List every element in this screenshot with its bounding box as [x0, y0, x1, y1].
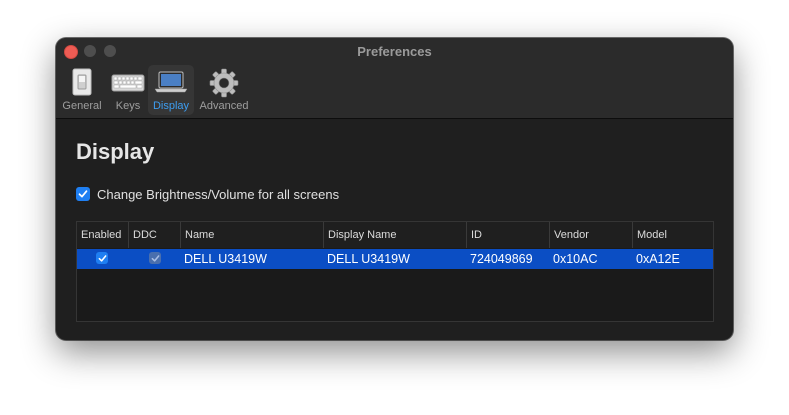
enabled-checkbox[interactable] [96, 252, 108, 264]
keyboard-icon [110, 68, 146, 101]
table-row[interactable]: DELL U3419W DELL U3419W 724049869 0x10AC… [77, 249, 713, 269]
light-switch-icon [67, 68, 97, 101]
ddc-checkbox [149, 252, 161, 264]
preferences-window: Preferences General Keys Display Advance… [56, 38, 733, 340]
toolbar: Preferences General Keys Display Advance… [56, 38, 733, 119]
tab-label-general: General [62, 100, 102, 112]
column-header-display-name[interactable]: Display Name [323, 222, 466, 248]
window-title: Preferences [357, 44, 432, 59]
tab-display[interactable]: Display [148, 65, 194, 115]
column-header-model[interactable]: Model [632, 222, 713, 248]
brightness-all-screens-checkbox[interactable] [76, 187, 90, 201]
cell-id: 724049869 [470, 252, 533, 266]
brightness-all-screens-option[interactable]: Change Brightness/Volume for all screens [76, 186, 339, 202]
checkmark-icon [151, 254, 159, 262]
laptop-display-icon [154, 68, 188, 101]
cell-display-name: DELL U3419W [327, 252, 410, 266]
tab-general[interactable]: General [60, 65, 104, 115]
cell-model: 0xA12E [636, 252, 680, 266]
cell-vendor: 0x10AC [553, 252, 598, 266]
tab-keys[interactable]: Keys [108, 65, 148, 115]
tab-label-advanced: Advanced [199, 100, 249, 112]
tab-label-keys: Keys [115, 100, 141, 112]
cell-name: DELL U3419W [184, 252, 267, 266]
pane-heading: Display [76, 139, 155, 164]
tab-advanced[interactable]: Advanced [196, 65, 252, 115]
display-pane: Display Change Brightness/Volume for all… [56, 119, 733, 340]
displays-table[interactable]: Enabled DDC Name Display Name ID Vendor … [76, 221, 714, 322]
checkmark-icon [98, 254, 106, 262]
column-header-enabled[interactable]: Enabled [77, 222, 128, 248]
column-header-ddc[interactable]: DDC [128, 222, 180, 248]
gear-icon [208, 68, 240, 103]
tab-label-display: Display [152, 100, 190, 112]
column-header-vendor[interactable]: Vendor [549, 222, 632, 248]
column-header-name[interactable]: Name [180, 222, 323, 248]
brightness-all-screens-label: Change Brightness/Volume for all screens [97, 186, 340, 202]
checkmark-icon [78, 190, 88, 198]
column-header-id[interactable]: ID [466, 222, 549, 248]
table-header: Enabled DDC Name Display Name ID Vendor … [77, 222, 713, 248]
